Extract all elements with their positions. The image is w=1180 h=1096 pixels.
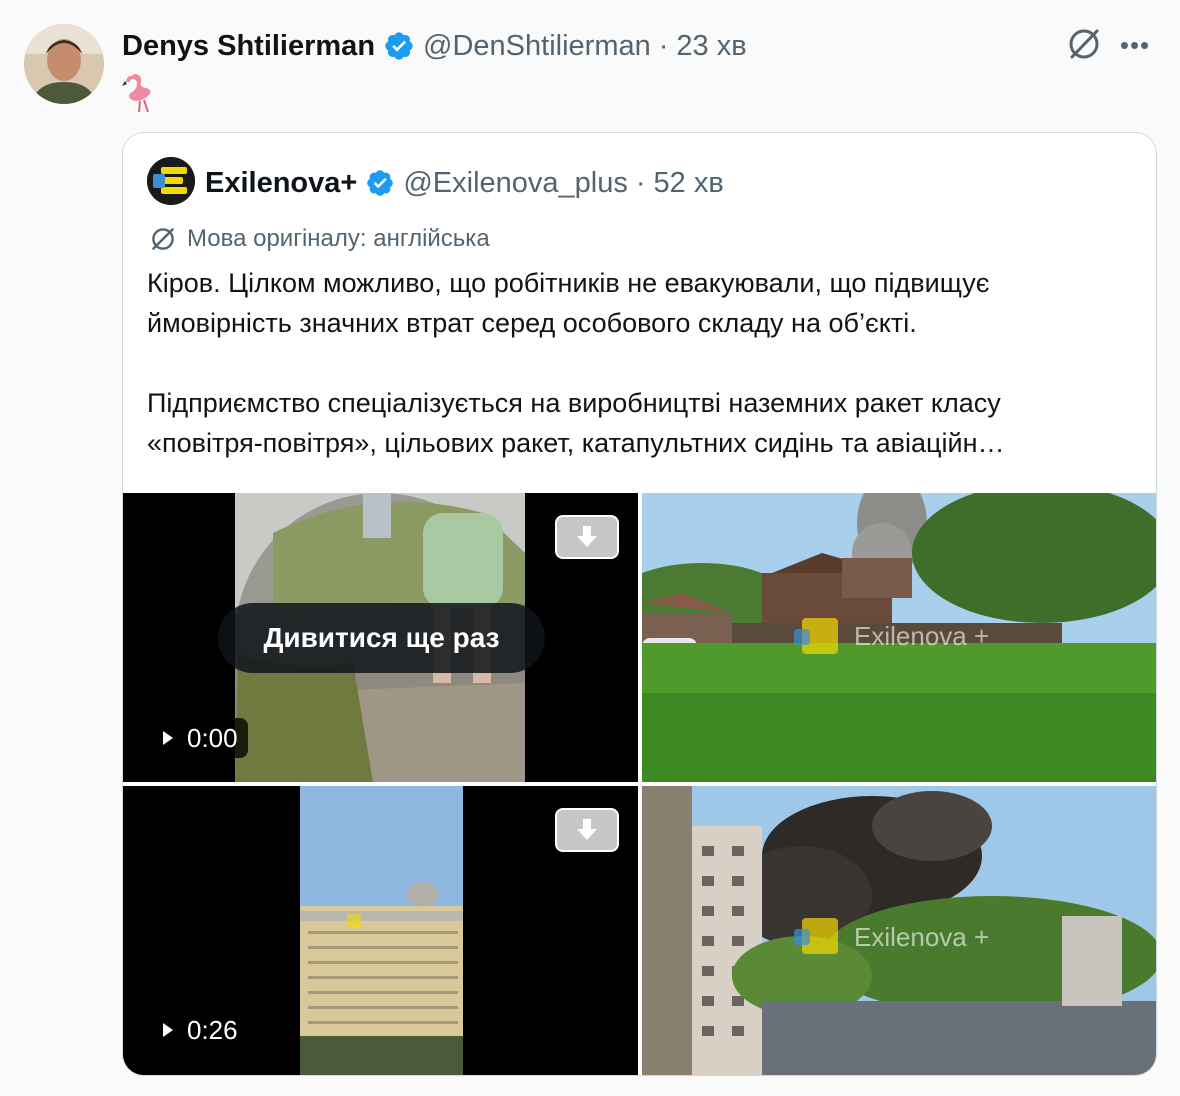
quoted-avatar[interactable] <box>147 157 195 205</box>
quoted-post[interactable]: Exilenova+ @Exilenova_plus · 52 хв Мова … <box>122 132 1157 1076</box>
more-icon: ••• <box>1119 29 1151 60</box>
translate-icon <box>1069 29 1099 59</box>
photo-1-image: Exilenova + <box>642 493 1156 782</box>
author-name[interactable]: Denys Shtilierman <box>122 30 375 63</box>
exilenova-logo-icon <box>147 157 195 205</box>
text-line: «повітря-повітря», цільових ракет, катап… <box>147 428 1005 458</box>
translate-button[interactable] <box>1064 24 1104 64</box>
photo-2[interactable]: Exilenova + <box>642 786 1156 1075</box>
quoted-header: Exilenova+ @Exilenova_plus · 52 хв <box>205 163 724 203</box>
photo-1[interactable]: Exilenova + <box>642 493 1156 782</box>
quoted-author-name[interactable]: Exilenova+ <box>205 167 357 200</box>
text-line: ймовірність значних втрат серед особовог… <box>147 308 917 338</box>
download-button[interactable] <box>555 515 619 559</box>
replay-button[interactable]: Дивитися ще раз <box>218 603 545 673</box>
author-avatar[interactable] <box>24 24 104 104</box>
post-header: Denys Shtilierman @DenShtilierman · 23 х… <box>122 26 747 66</box>
media-grid: Дивитися ще раз 0:00 Exilenova + 0:26 Ex… <box>123 493 1156 1075</box>
more-options-button[interactable]: ••• <box>1120 30 1150 60</box>
translation-note-text: Мова оригіналу: англійська <box>187 225 490 252</box>
translate-icon <box>152 228 174 250</box>
post-time[interactable]: 23 хв <box>676 30 746 63</box>
video-1[interactable]: Дивитися ще раз 0:00 <box>123 493 638 782</box>
photo-2-image: Exilenova + <box>642 786 1156 1075</box>
play-icon <box>163 1023 173 1037</box>
video-duration: 0:26 <box>187 1014 238 1045</box>
verified-badge-icon <box>383 30 415 62</box>
text-line: Кіров. Цілком можливо, що робітників не … <box>147 268 990 298</box>
video-duration: 0:00 <box>187 722 238 753</box>
video-duration-badge: 0:26 <box>149 1010 248 1050</box>
download-arrow-icon <box>577 819 597 840</box>
video-duration-badge: 0:00 <box>149 718 248 758</box>
download-button[interactable] <box>555 808 619 852</box>
quoted-time[interactable]: 52 хв <box>654 167 724 200</box>
author-handle[interactable]: @DenShtilierman <box>423 30 651 63</box>
separator-dot: · <box>658 29 669 62</box>
play-icon <box>163 731 173 745</box>
quoted-handle[interactable]: @Exilenova_plus <box>403 167 628 200</box>
text-line: Підприємство спеціалізується на виробниц… <box>147 388 1001 418</box>
translation-note: Мова оригіналу: англійська <box>147 221 490 257</box>
verified-badge-icon <box>365 168 395 198</box>
download-arrow-icon <box>577 526 597 547</box>
separator-dot: · <box>635 166 646 199</box>
flamingo-icon <box>122 70 162 113</box>
watermark: Exilenova + <box>854 922 989 952</box>
quoted-text: Кіров. Цілком можливо, що робітників не … <box>147 263 1137 463</box>
watermark: Exilenova + <box>854 621 989 651</box>
video-2[interactable]: 0:26 <box>123 786 638 1075</box>
